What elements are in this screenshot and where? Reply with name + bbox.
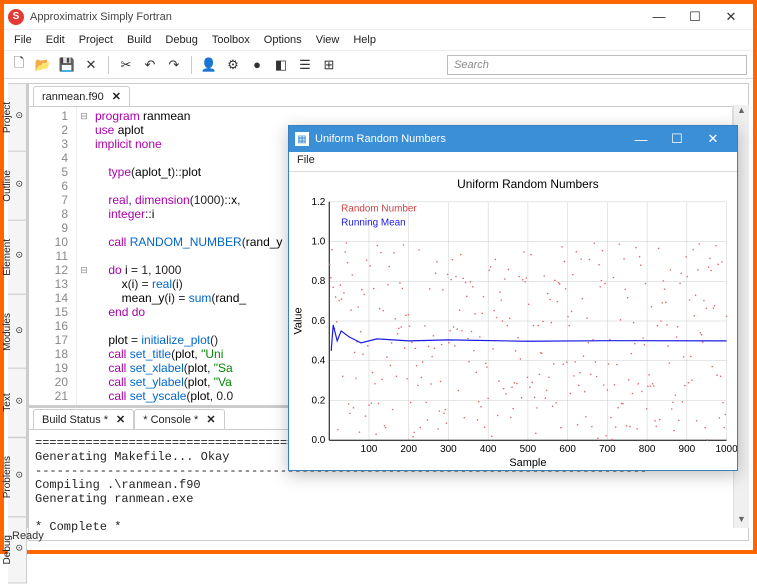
plot-title: Uniform Random Numbers [315,133,446,145]
bottom-tab-console[interactable]: * Console *✕ [134,409,224,429]
svg-text:300: 300 [440,444,457,455]
sidetab-element-search[interactable]: ⊙Element Search [8,220,27,295]
cut-icon[interactable]: ✂ [117,56,135,74]
menubar: FileEditProjectBuildDebugToolboxOptionsV… [4,30,753,51]
sidetab-text-search[interactable]: ⊙Text Search [8,368,27,438]
close-tab-icon[interactable]: ✕ [116,413,125,426]
plot-close-button[interactable]: ✕ [695,126,731,152]
sidetab-modules[interactable]: ⊙Modules [8,294,27,370]
svg-text:Random Number: Random Number [341,204,417,215]
open-icon[interactable]: 📂 [34,56,52,74]
plot-titlebar[interactable]: ▦ Uniform Random Numbers — ☐ ✕ [289,126,737,152]
app-title: Approximatrix Simply Fortran [30,11,172,23]
menu-file[interactable]: File [8,32,38,48]
svg-text:0.4: 0.4 [311,356,325,367]
sidetab-problems[interactable]: ⊙Problems [8,437,27,517]
svg-text:0.0: 0.0 [311,435,325,446]
menu-project[interactable]: Project [73,32,119,48]
tool2-icon[interactable]: ☰ [296,56,314,74]
svg-text:1.0: 1.0 [311,237,325,248]
menu-view[interactable]: View [310,32,346,48]
svg-text:400: 400 [480,444,497,455]
plot-canvas: Uniform Random Numbers 100 200 300 400 500 600… [289,172,737,470]
svg-text:0.8: 0.8 [311,276,325,287]
titlebar: S Approximatrix Simply Fortran — ☐ ✕ [4,4,753,30]
status-bar: Ready [8,530,749,546]
plot-file-menu[interactable]: File [297,154,315,166]
tool1-icon[interactable]: ◧ [272,56,290,74]
tab-label: ranmean.f90 [42,91,104,103]
close-button[interactable]: ✕ [713,5,749,29]
plot-maximize-button[interactable]: ☐ [659,126,695,152]
sidetab-debug[interactable]: ⊙Debug [8,516,27,583]
run-icon[interactable]: ● [248,56,266,74]
svg-text:900: 900 [679,444,696,455]
tool3-icon[interactable]: ⊞ [320,56,338,74]
close-file-icon[interactable]: ✕ [82,56,100,74]
svg-text:800: 800 [639,444,656,455]
sidetab-project[interactable]: ⊙Project [8,83,27,152]
close-tab-icon[interactable]: ✕ [112,90,121,103]
svg-text:0.2: 0.2 [311,395,325,406]
bottom-tab-buildstatus[interactable]: Build Status *✕ [33,409,134,429]
menu-build[interactable]: Build [121,32,157,48]
svg-text:Sample: Sample [509,457,546,469]
svg-text:600: 600 [559,444,576,455]
svg-text:Value: Value [292,307,304,334]
menu-edit[interactable]: Edit [40,32,71,48]
menu-toolbox[interactable]: Toolbox [206,32,256,48]
search-input[interactable]: Search [447,55,747,75]
svg-text:1000: 1000 [716,444,737,455]
svg-text:Uniform Random Numbers: Uniform Random Numbers [457,177,599,191]
plot-menubar: File [289,152,737,172]
svg-text:100: 100 [361,444,378,455]
scroll-up-icon[interactable]: ▲ [734,105,749,119]
undo-icon[interactable]: ↶ [141,56,159,74]
minimize-button[interactable]: — [641,5,677,29]
maximize-button[interactable]: ☐ [677,5,713,29]
side-tab-strip: ⊙Project⊙Outline⊙Element Search⊙Modules⊙… [8,83,28,528]
svg-text:700: 700 [599,444,616,455]
close-tab-icon[interactable]: ✕ [206,413,215,426]
plot-window[interactable]: ▦ Uniform Random Numbers — ☐ ✕ File Unif… [288,125,738,471]
svg-text:500: 500 [520,444,537,455]
save-icon[interactable]: 💾 [58,56,76,74]
editor-tab[interactable]: ranmean.f90 ✕ [33,86,130,106]
gear-icon[interactable]: ⚙ [224,56,242,74]
sidetab-outline[interactable]: ⊙Outline [8,151,27,221]
new-icon[interactable]: 🗋 [10,56,28,74]
build-icon[interactable]: 👤 [200,56,218,74]
app-icon: S [8,9,24,25]
svg-text:1.2: 1.2 [311,197,325,208]
svg-text:0.6: 0.6 [311,316,325,327]
svg-text:200: 200 [400,444,417,455]
svg-text:Running Mean: Running Mean [341,218,406,229]
redo-icon[interactable]: ↷ [165,56,183,74]
plot-app-icon: ▦ [295,132,309,146]
menu-debug[interactable]: Debug [159,32,203,48]
plot-minimize-button[interactable]: — [623,126,659,152]
toolbar: 🗋 📂 💾 ✕ ✂ ↶ ↷ 👤 ⚙ ● ◧ ☰ ⊞ Search [4,51,753,79]
menu-help[interactable]: Help [347,32,382,48]
scroll-down-icon[interactable]: ▼ [734,514,749,528]
menu-options[interactable]: Options [258,32,308,48]
